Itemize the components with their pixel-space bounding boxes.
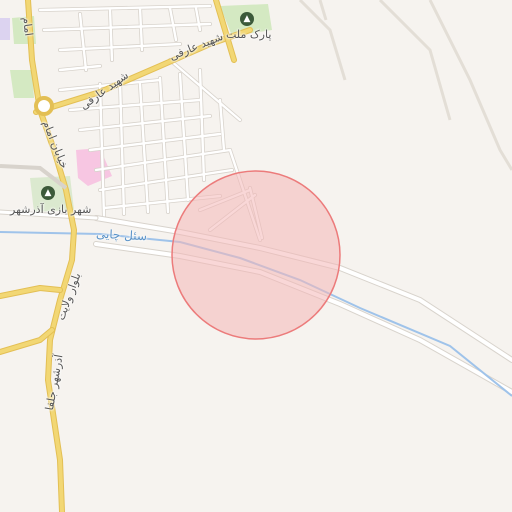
street-label-imam: امام	[19, 16, 36, 37]
purple-area	[0, 18, 10, 40]
highlight-circle[interactable]	[171, 170, 341, 340]
tree-icon[interactable]: ▲	[41, 186, 55, 200]
park-area-left	[10, 70, 34, 98]
poi-label-park-mellat[interactable]: پارک ملت	[226, 28, 271, 41]
map-canvas[interactable]: شهید عارفی شهید عارفی خیابان امام امام ب…	[0, 0, 512, 512]
poi-label-shahr-bazi[interactable]: شهر بازی آذرشهر	[10, 203, 91, 216]
map-base-layer	[0, 0, 512, 512]
tree-icon[interactable]: ▲	[240, 12, 254, 26]
roundabout	[34, 96, 54, 116]
rural-tracks	[298, 0, 512, 171]
river-label: سئل چایی	[95, 226, 148, 244]
